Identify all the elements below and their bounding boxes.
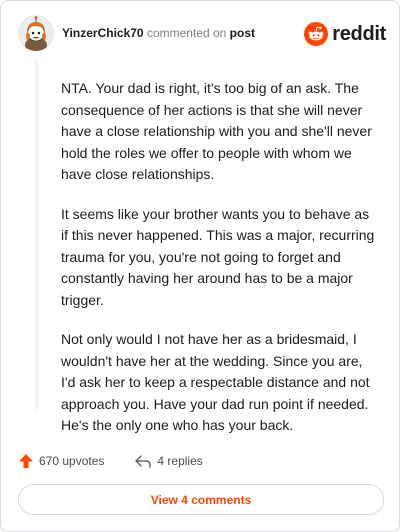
reddit-logo[interactable]: reddit <box>304 21 386 47</box>
post-link[interactable]: post <box>230 26 255 40</box>
comment-body: NTA. Your dad is right, it's too big of … <box>61 78 377 455</box>
comment-header: YinzerChick70 commented on post reddit <box>18 15 386 55</box>
comment-actions: 670 upvotes 4 replies <box>18 451 203 471</box>
thread-line <box>36 59 37 411</box>
comment-paragraph: Not only would I not have her as a bride… <box>61 331 370 433</box>
reddit-wordmark: reddit <box>332 22 386 45</box>
avatar-icon <box>18 15 54 51</box>
upvote-arrow-icon <box>19 454 33 468</box>
upvote-button[interactable]: 670 upvotes <box>18 453 104 469</box>
view-comments-button[interactable]: View 4 comments <box>18 484 384 515</box>
upvote-count: 670 upvotes <box>39 454 105 468</box>
byline: YinzerChick70 commented on post <box>62 26 255 41</box>
reply-arrow-icon <box>135 455 152 468</box>
comment-card: YinzerChick70 commented on post reddit N… <box>0 0 400 532</box>
comment-paragraph: It seems like your brother wants you to … <box>61 205 375 308</box>
action-text: commented on <box>146 26 227 40</box>
username-link[interactable]: YinzerChick70 <box>62 26 144 40</box>
avatar[interactable] <box>18 15 54 51</box>
comment-paragraph: NTA. Your dad is right, it's too big of … <box>61 80 372 182</box>
reply-count: 4 replies <box>157 454 203 468</box>
reddit-logo-icon <box>304 22 329 46</box>
replies-button[interactable]: 4 replies <box>134 453 203 469</box>
